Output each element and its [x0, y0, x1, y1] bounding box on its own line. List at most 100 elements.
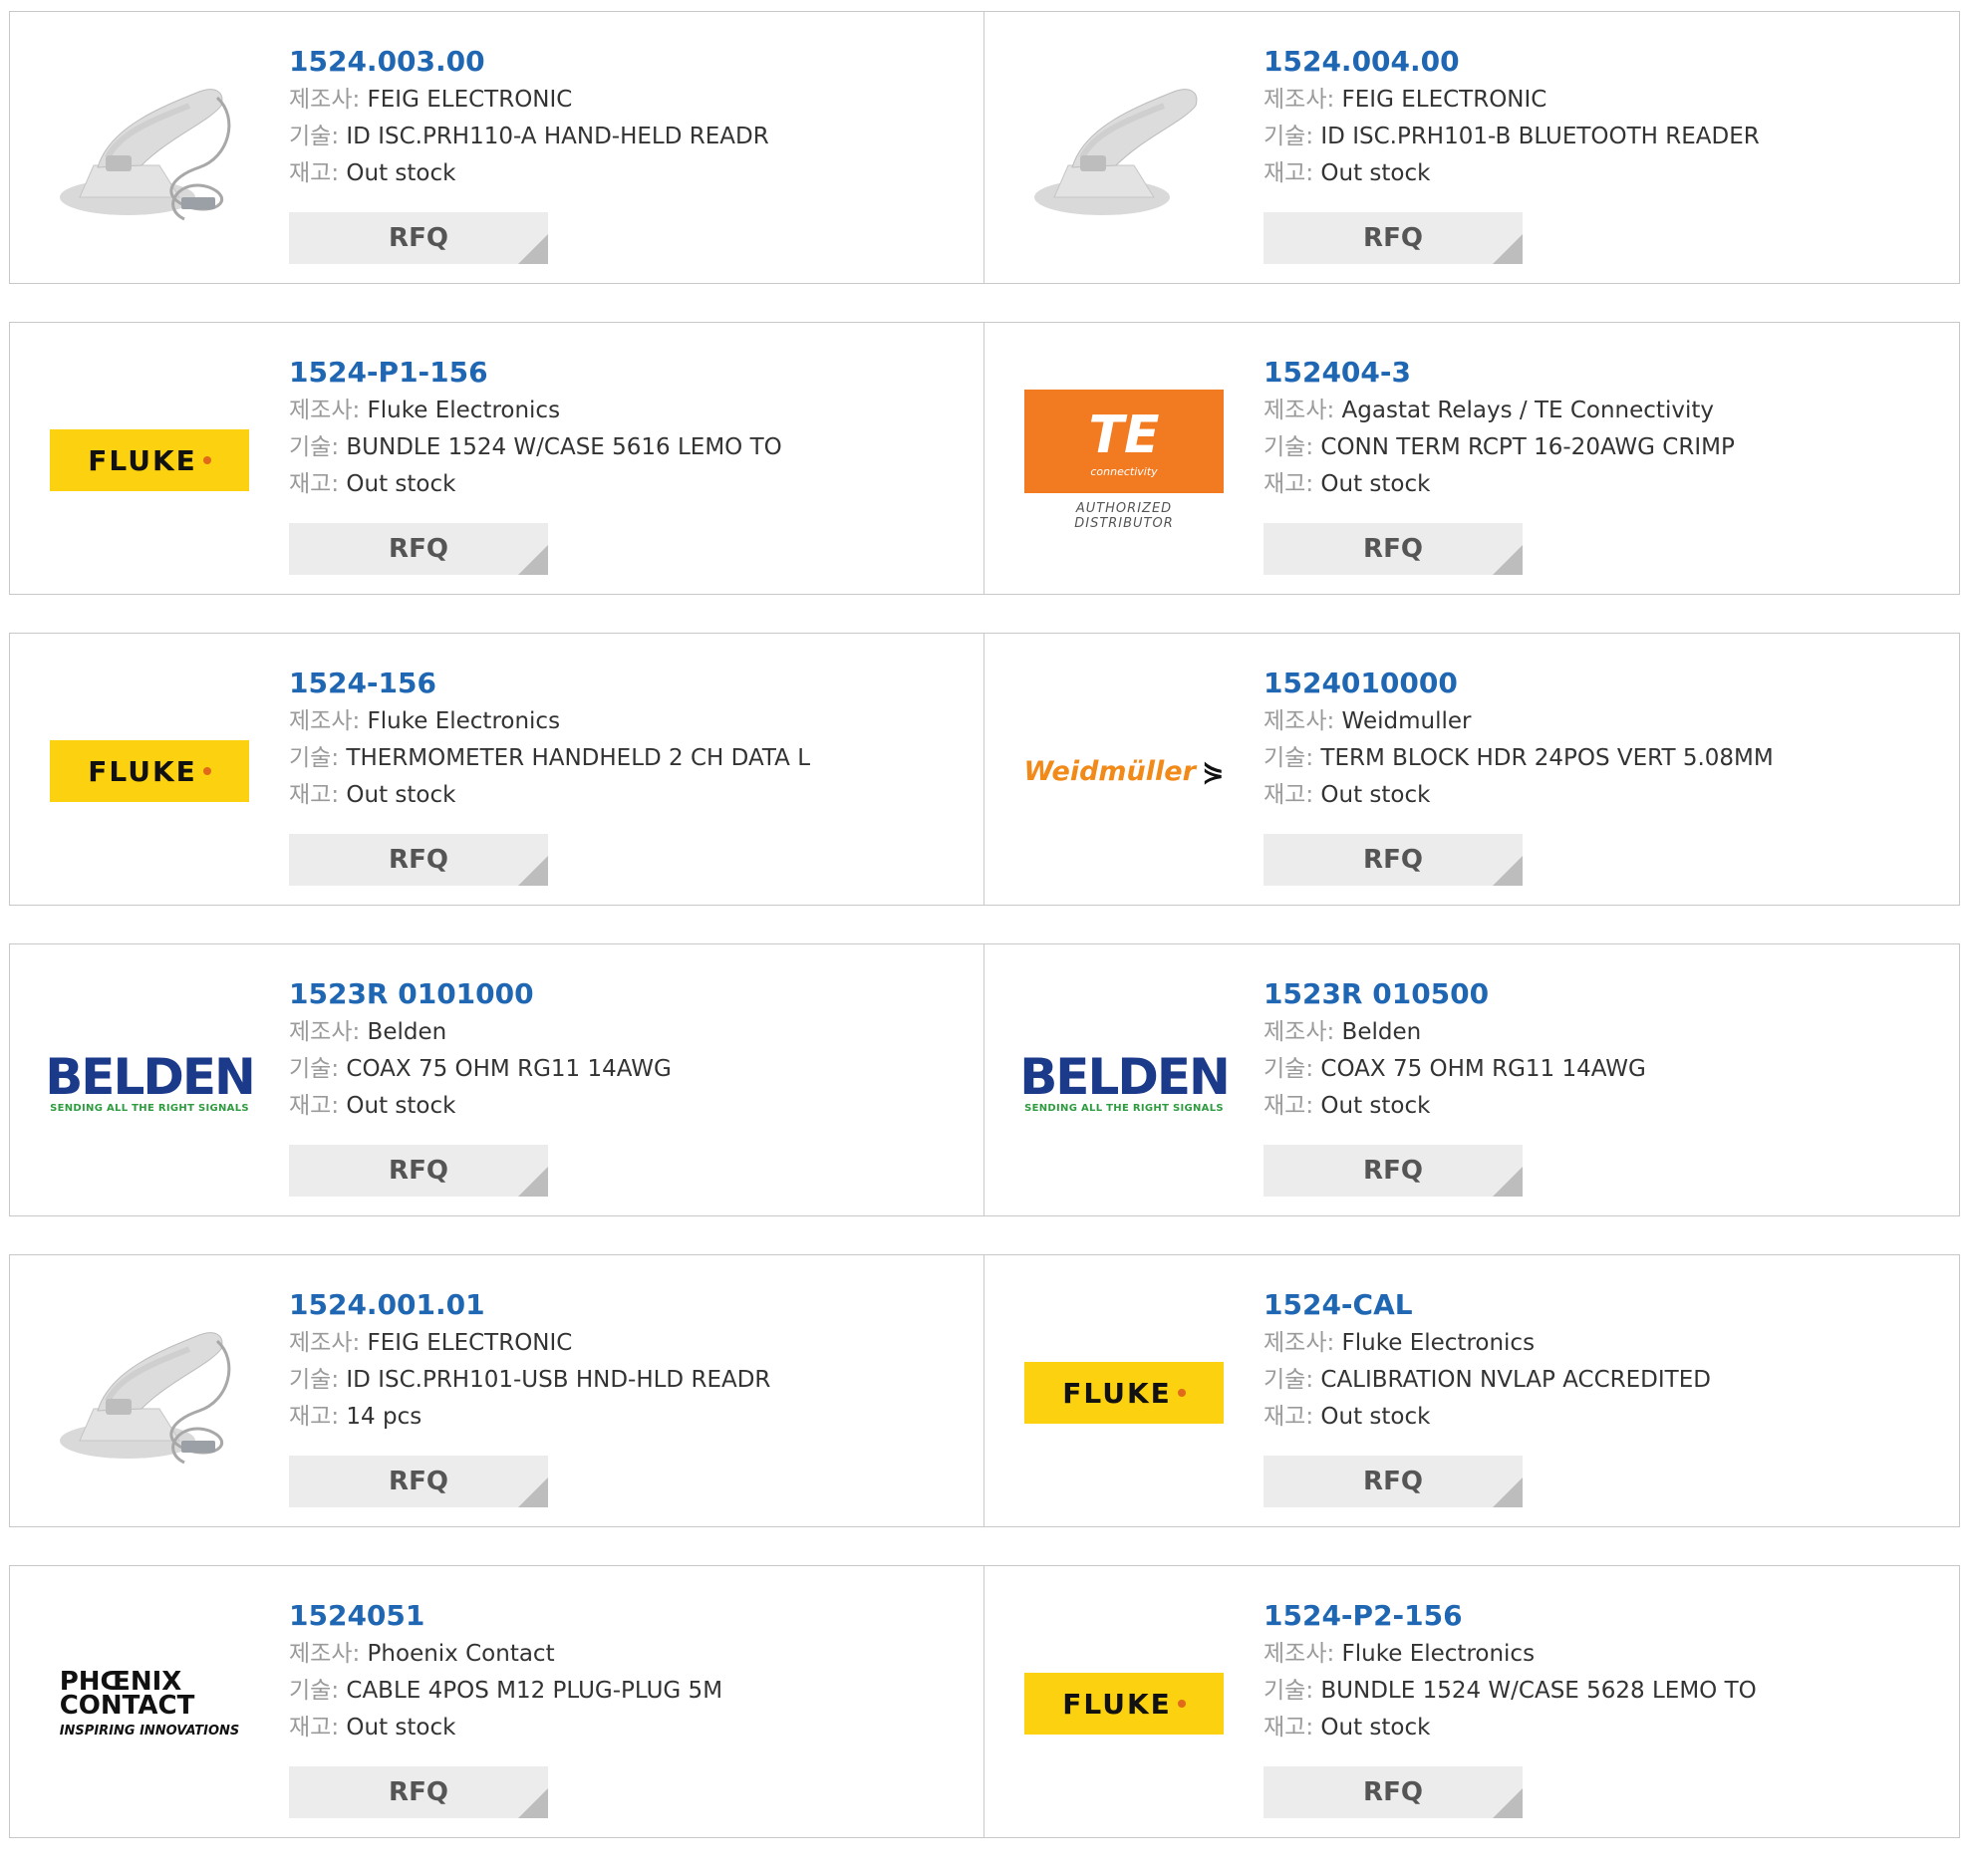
- manufacturer-row: 제조사: Fluke Electronics: [1264, 1636, 1757, 1673]
- rfq-button[interactable]: RFQ: [289, 1145, 548, 1197]
- stock-label: 재고:: [1264, 1715, 1314, 1741]
- stock-row: 재고: Out stock: [289, 1710, 722, 1746]
- part-number-link[interactable]: 1524.004.00: [1264, 42, 1760, 82]
- product-info: 1523R 0101000 제조사: Belden 기술: COAX 75 OHM …: [289, 974, 672, 1125]
- part-number-link[interactable]: 152404-3: [1264, 353, 1735, 393]
- manufacturer-label: 제조사:: [1264, 1641, 1335, 1667]
- stock-value: Out stock: [346, 160, 456, 186]
- description-label: 기술:: [289, 1367, 340, 1393]
- product-info: 1524-P2-156 제조사: Fluke Electronics 기술: BUN…: [1264, 1596, 1757, 1746]
- stock-value: Out stock: [346, 1093, 456, 1119]
- rfq-corner-triangle: [518, 856, 548, 886]
- rfq-corner-triangle: [518, 234, 548, 264]
- product-thumbnail[interactable]: FLUKE: [1024, 1604, 1224, 1803]
- description-label: 기술:: [1264, 434, 1314, 460]
- belden-logo: BELDEN SENDING ALL THE RIGHT SIGNALS: [45, 1047, 256, 1114]
- part-number-link[interactable]: 1524-P1-156: [289, 353, 782, 393]
- stock-label: 재고:: [1264, 160, 1314, 186]
- manufacturer-row: 제조사: Belden: [289, 1014, 672, 1051]
- scanner-product-image: [50, 48, 249, 251]
- part-number-link[interactable]: 1524-CAL: [1264, 1285, 1711, 1325]
- rfq-button[interactable]: RFQ: [289, 1766, 548, 1818]
- scanner-product-image: [1024, 48, 1224, 251]
- description-label: 기술:: [1264, 1056, 1314, 1082]
- rfq-button[interactable]: RFQ: [289, 1456, 548, 1507]
- product-row: PHŒNIX CONTACT INSPIRING INNOVATIONS 152405…: [9, 1565, 1960, 1838]
- fluke-logo: FLUKE: [50, 429, 249, 491]
- description-value: ID ISC.PRH101-USB HND-HLD READR: [346, 1367, 771, 1393]
- manufacturer-row: 제조사: FEIG ELECTRONIC: [1264, 82, 1760, 119]
- part-number-link[interactable]: 1524.001.01: [289, 1285, 770, 1325]
- manufacturer-row: 제조사: Fluke Electronics: [289, 393, 782, 429]
- rfq-corner-triangle: [1493, 1167, 1523, 1197]
- product-thumbnail[interactable]: TE connectivity AUTHORIZED DISTRIBUTOR: [1024, 361, 1224, 560]
- manufacturer-value: Phoenix Contact: [367, 1641, 555, 1667]
- rfq-button-label: RFQ: [1363, 534, 1423, 564]
- stock-label: 재고:: [289, 1093, 340, 1119]
- part-number-link[interactable]: 1523R 010500: [1264, 974, 1646, 1014]
- manufacturer-row: 제조사: Fluke Electronics: [1264, 1325, 1711, 1362]
- product-thumbnail[interactable]: BELDEN SENDING ALL THE RIGHT SIGNALS: [1019, 982, 1231, 1182]
- rfq-button[interactable]: RFQ: [1264, 1766, 1523, 1818]
- product-thumbnail[interactable]: FLUKE: [50, 671, 249, 871]
- rfq-button[interactable]: RFQ: [1264, 1456, 1523, 1507]
- product-thumbnail[interactable]: PHŒNIX CONTACT INSPIRING INNOVATIONS: [50, 1604, 249, 1803]
- part-number-link[interactable]: 1524-P2-156: [1264, 1596, 1757, 1636]
- description-label: 기술:: [1264, 1367, 1314, 1393]
- rfq-button[interactable]: RFQ: [289, 212, 548, 264]
- stock-label: 재고:: [1264, 1404, 1314, 1430]
- stock-value: Out stock: [1320, 160, 1431, 186]
- rfq-corner-triangle: [1493, 1788, 1523, 1818]
- description-row: 기술: CABLE 4POS M12 PLUG-PLUG 5M: [289, 1673, 722, 1710]
- description-row: 기술: ID ISC.PRH101-B BLUETOOTH READER: [1264, 119, 1760, 155]
- product-grid: 1524.003.00 제조사: FEIG ELECTRONIC 기술: ID IS…: [9, 11, 1960, 1876]
- te-connectivity-logo: TE connectivity AUTHORIZED DISTRIBUTOR: [1024, 390, 1224, 531]
- rfq-button-label: RFQ: [389, 845, 448, 875]
- product-thumbnail[interactable]: [50, 1293, 249, 1492]
- product-thumbnail[interactable]: Weidmüller ⋟: [1023, 671, 1224, 871]
- description-row: 기술: CONN TERM RCPT 16-20AWG CRIMP: [1264, 429, 1735, 466]
- manufacturer-label: 제조사:: [289, 87, 361, 113]
- product-thumbnail[interactable]: [50, 50, 249, 249]
- belden-logo-name: BELDEN: [45, 1047, 256, 1106]
- manufacturer-label: 제조사:: [289, 1330, 361, 1356]
- product-thumbnail[interactable]: BELDEN SENDING ALL THE RIGHT SIGNALS: [45, 982, 256, 1182]
- rfq-button[interactable]: RFQ: [289, 834, 548, 886]
- description-row: 기술: TERM BLOCK HDR 24POS VERT 5.08MM: [1264, 740, 1774, 777]
- rfq-button-label: RFQ: [389, 1777, 448, 1807]
- rfq-corner-triangle: [518, 1167, 548, 1197]
- stock-label: 재고:: [1264, 782, 1314, 808]
- part-number-link[interactable]: 1524010000: [1264, 664, 1774, 703]
- product-info: 1524-P1-156 제조사: Fluke Electronics 기술: BUN…: [289, 353, 782, 503]
- part-number-link[interactable]: 1524-156: [289, 664, 810, 703]
- rfq-button[interactable]: RFQ: [1264, 1145, 1523, 1197]
- stock-row: 재고: Out stock: [1264, 466, 1735, 503]
- rfq-button[interactable]: RFQ: [1264, 523, 1523, 575]
- rfq-button[interactable]: RFQ: [289, 523, 548, 575]
- stock-value: Out stock: [346, 471, 456, 497]
- stock-value: Out stock: [1320, 1404, 1431, 1430]
- product-card: 1524.003.00 제조사: FEIG ELECTRONIC 기술: ID IS…: [9, 11, 985, 284]
- te-logo-inner: TE connectivity: [1089, 405, 1160, 478]
- part-number-link[interactable]: 1524.003.00: [289, 42, 769, 82]
- stock-row: 재고: Out stock: [1264, 1399, 1711, 1436]
- belden-logo: BELDEN SENDING ALL THE RIGHT SIGNALS: [1019, 1047, 1231, 1114]
- part-number-link[interactable]: 1523R 0101000: [289, 974, 672, 1014]
- product-thumbnail[interactable]: [1024, 50, 1224, 249]
- description-label: 기술:: [289, 1678, 340, 1704]
- rfq-button-label: RFQ: [389, 223, 448, 253]
- part-number-link[interactable]: 1524051: [289, 1596, 722, 1636]
- manufacturer-row: 제조사: Phoenix Contact: [289, 1636, 722, 1673]
- product-thumbnail[interactable]: FLUKE: [1024, 1293, 1224, 1492]
- rfq-corner-triangle: [1493, 1477, 1523, 1507]
- rfq-button[interactable]: RFQ: [1264, 212, 1523, 264]
- description-label: 기술:: [1264, 124, 1314, 149]
- product-thumbnail[interactable]: FLUKE: [50, 361, 249, 560]
- manufacturer-value: Agastat Relays / TE Connectivity: [1341, 398, 1714, 423]
- belden-logo-name: BELDEN: [1019, 1047, 1231, 1106]
- fluke-logo: FLUKE: [50, 740, 249, 802]
- product-info: 1524051 제조사: Phoenix Contact 기술: CABLE 4PO…: [289, 1596, 722, 1746]
- description-label: 기술:: [289, 124, 340, 149]
- manufacturer-value: Fluke Electronics: [367, 708, 561, 734]
- rfq-button[interactable]: RFQ: [1264, 834, 1523, 886]
